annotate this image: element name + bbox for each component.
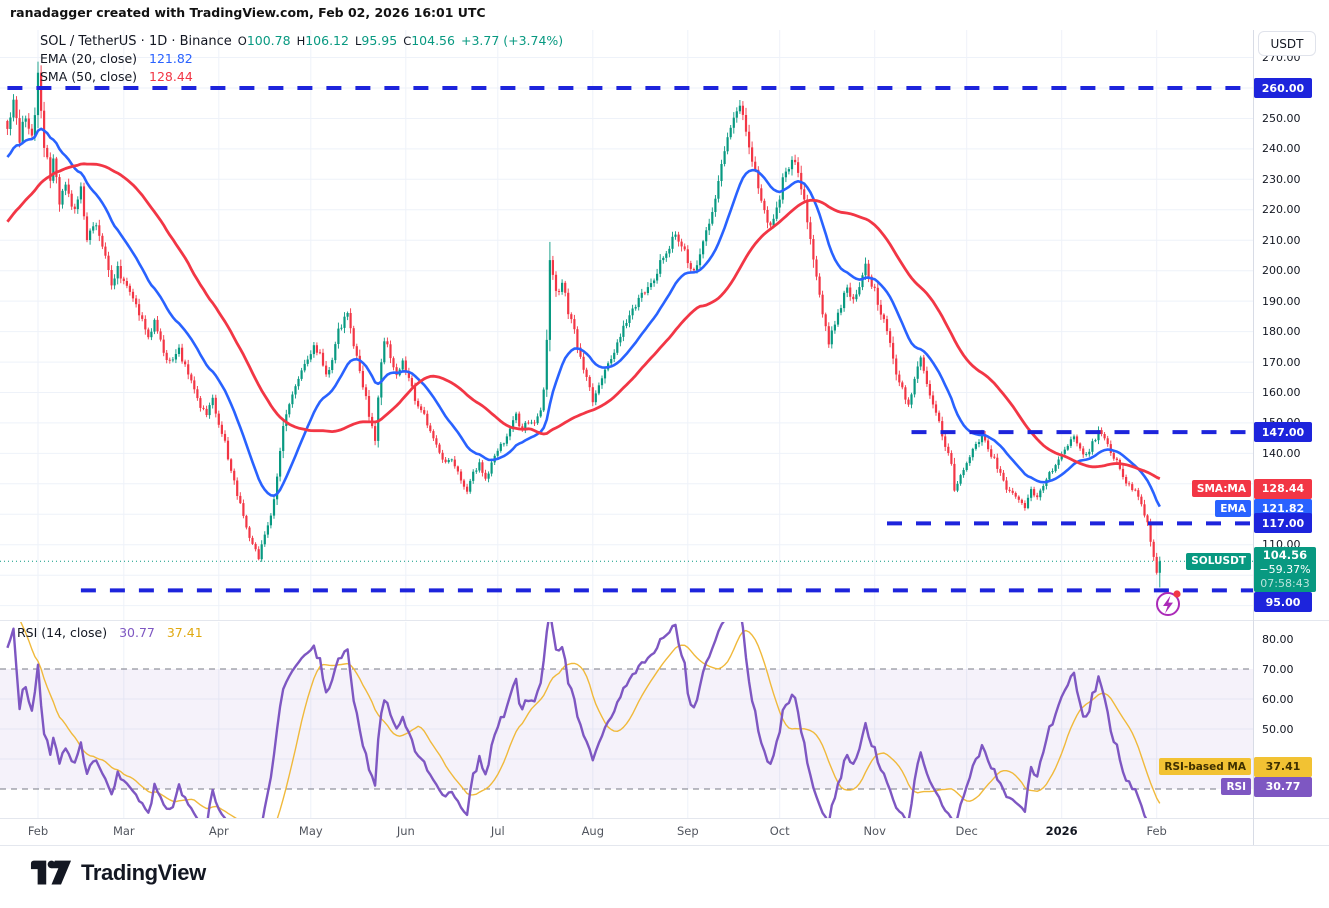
rsi-pane-legend[interactable]: RSI (14, close) 30.77 37.41 [17, 625, 203, 640]
tradingview-logo[interactable]: TradingView [30, 858, 206, 888]
last-price-label: 104.56 −59.37% 07:58:43 [1254, 547, 1316, 592]
rsi-ma-legend-value: 37.41 [167, 625, 203, 640]
time-axis-label: Apr [191, 824, 247, 838]
time-axis-label: Jul [470, 824, 526, 838]
price-axis-tick: 170.00 [1262, 356, 1326, 369]
ohlc-letter: O [238, 34, 247, 48]
tradingview-logo-text: TradingView [81, 860, 206, 886]
ema-axis-name-label: EMA [1215, 500, 1251, 517]
price-axis-tick: 210.00 [1262, 234, 1326, 247]
time-axis-label: May [283, 824, 339, 838]
sma-legend-label: SMA (50, close) [40, 69, 137, 84]
ohlc-values: O100.78H106.12L95.95C104.56 [232, 33, 455, 48]
price-level-label: 147.00 [1254, 422, 1312, 442]
rsi-axis-name-label: RSI [1221, 778, 1251, 795]
rsi-axis-value-label: 30.77 [1254, 777, 1312, 797]
lightning-icon[interactable] [1157, 590, 1181, 615]
time-axis-label: 2026 [1034, 824, 1090, 838]
time-axis-label: Feb [1129, 824, 1185, 838]
time-axis-label: Jun [378, 824, 434, 838]
rsi-legend-label: RSI (14, close) [17, 625, 107, 640]
time-axis-label: Mar [96, 824, 152, 838]
price-axis-tick: 250.00 [1262, 112, 1326, 125]
ohlc-value: 95.95 [361, 33, 397, 48]
bar-countdown: 07:58:43 [1254, 577, 1316, 592]
symbol-title[interactable]: SOL / TetherUS · 1D · Binance [40, 34, 232, 49]
time-axis-label: Oct [752, 824, 808, 838]
pane-separator[interactable] [0, 620, 1329, 621]
symbol-legend-row[interactable]: SOL / TetherUS · 1D · Binance O100.78 H106… [40, 33, 563, 49]
price-axis-tick: 220.00 [1262, 203, 1326, 216]
price-axis-tick: 180.00 [1262, 325, 1326, 338]
ema-legend-value: 121.82 [149, 51, 193, 66]
sma-axis-name-label: SMA:MA [1192, 480, 1251, 497]
rsi-axis-tick: 50.00 [1262, 723, 1326, 736]
ohlc-value: 106.12 [305, 33, 349, 48]
rsi-axis-tick: 60.00 [1262, 693, 1326, 706]
price-level-label: 95.00 [1254, 592, 1312, 612]
sma-legend-value: 128.44 [149, 69, 193, 84]
ohlc-value: 100.78 [247, 33, 291, 48]
currency-toggle-button[interactable]: USDT [1258, 31, 1316, 56]
rsi-legend-value: 30.77 [119, 625, 155, 640]
time-axis-label: Dec [939, 824, 995, 838]
ema-legend-row[interactable]: EMA (20, close) 121.82 [40, 51, 563, 67]
price-pane-legend: SOL / TetherUS · 1D · Binance O100.78 H106… [40, 33, 563, 87]
change-percent-value: −59.37% [1254, 563, 1316, 578]
change-value: +3.77 (+3.74%) [461, 33, 563, 48]
price-axis-tick: 160.00 [1262, 386, 1326, 399]
price-axis-tick: 140.00 [1262, 447, 1326, 460]
bottom-border [0, 845, 1329, 846]
ohlc-value: 104.56 [411, 33, 455, 48]
price-axis-tick: 190.00 [1262, 295, 1326, 308]
time-axis-border [0, 818, 1329, 819]
ema-legend-label: EMA (20, close) [40, 51, 137, 66]
time-axis-label: Sep [660, 824, 716, 838]
price-axis-tick: 230.00 [1262, 173, 1326, 186]
price-axis-tick: 240.00 [1262, 142, 1326, 155]
last-price-value: 104.56 [1254, 548, 1316, 563]
tradingview-logo-icon [30, 858, 72, 888]
tradingview-chart-app: ranadagger created with TradingView.com,… [0, 0, 1329, 908]
time-axis-label: Nov [847, 824, 903, 838]
rsi-axis-tick: 70.00 [1262, 663, 1326, 676]
price-level-label: 117.00 [1254, 513, 1312, 533]
sma-legend-row[interactable]: SMA (50, close) 128.44 [40, 69, 563, 85]
chart-canvas[interactable] [0, 0, 1329, 908]
ohlc-letter: C [403, 34, 411, 48]
time-axis-label: Feb [10, 824, 66, 838]
ohlc-letter: H [297, 34, 306, 48]
symbol-axis-name-label: SOLUSDT [1186, 553, 1251, 570]
sma-axis-value-label: 128.44 [1254, 479, 1312, 499]
rsi-ma-axis-name-label: RSI-based MA [1159, 758, 1251, 775]
price-axis-tick: 200.00 [1262, 264, 1326, 277]
price-level-label: 260.00 [1254, 78, 1312, 98]
rsi-axis-tick: 80.00 [1262, 633, 1326, 646]
time-axis-label: Aug [565, 824, 621, 838]
rsi-ma-axis-value-label: 37.41 [1254, 757, 1312, 777]
